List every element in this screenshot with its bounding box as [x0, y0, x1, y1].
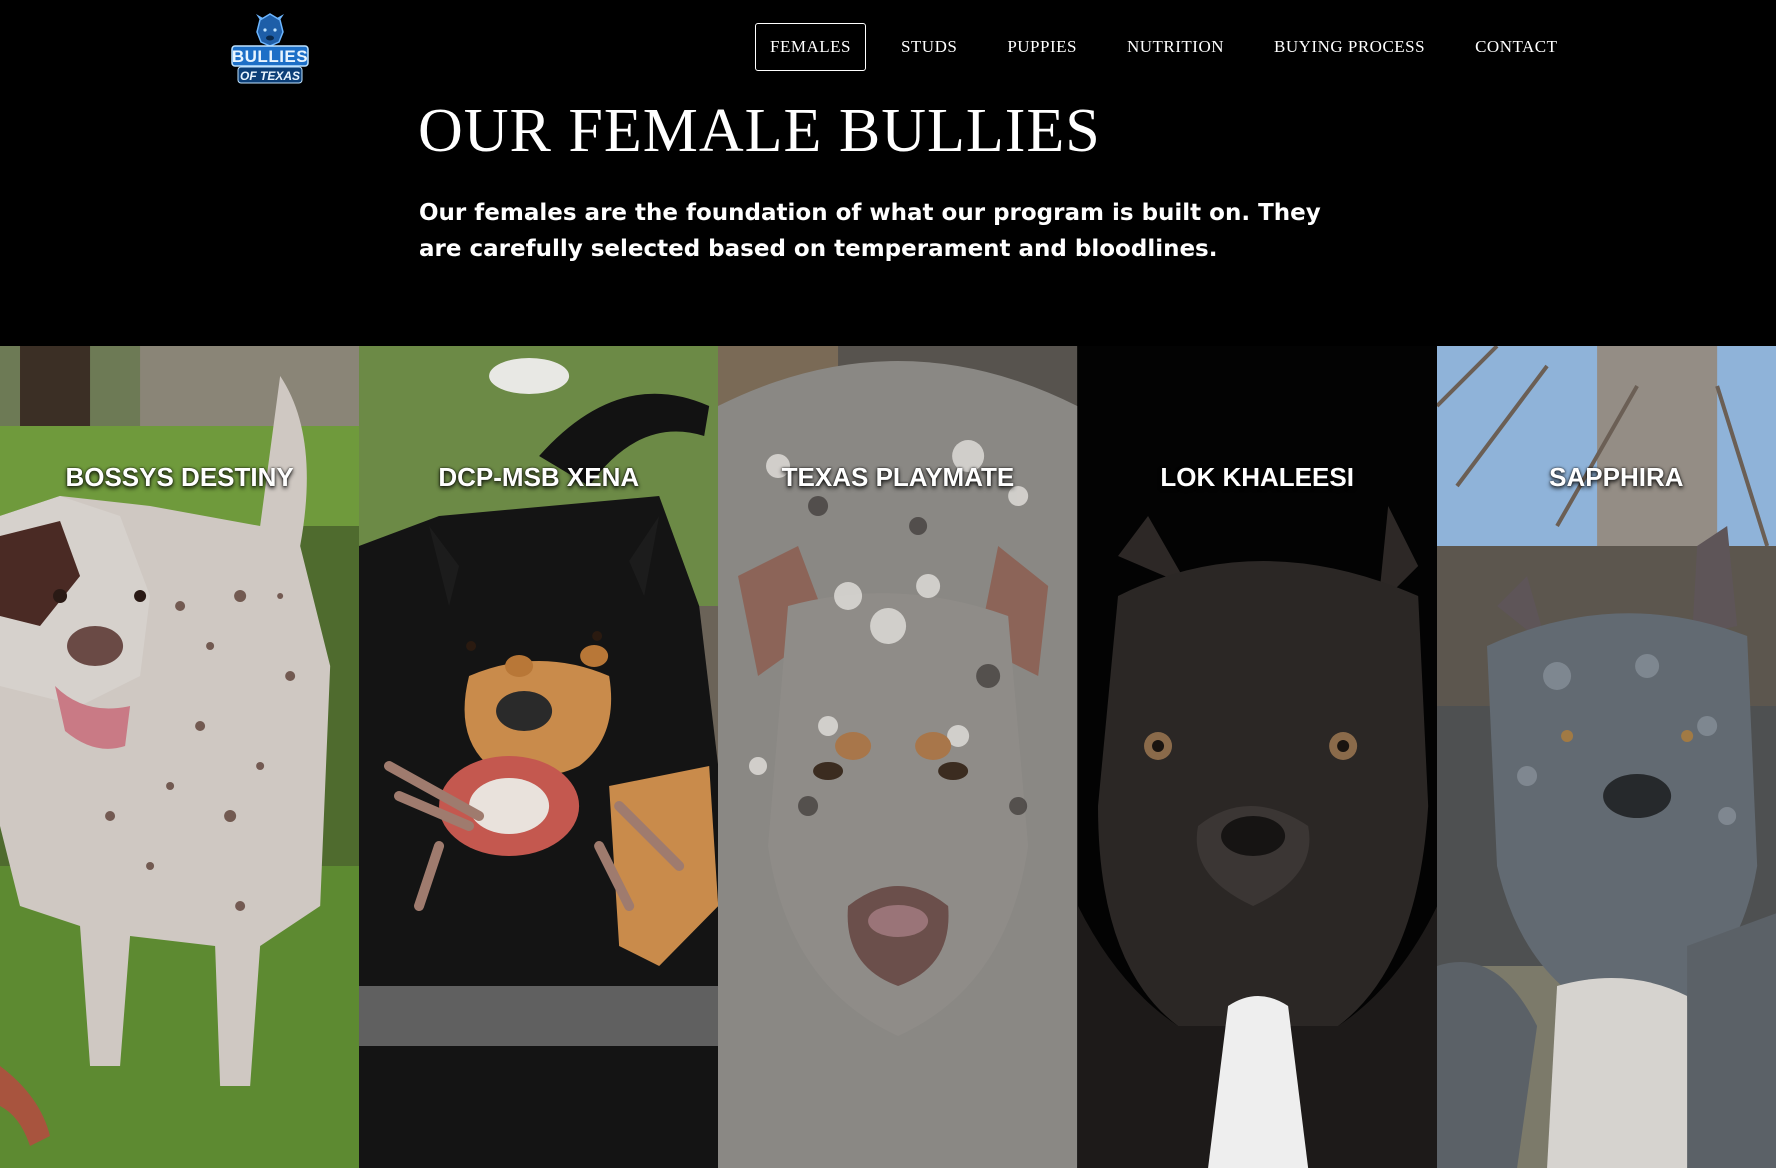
female-card-bossys-destiny[interactable]: BOSSYS DESTINY — [0, 346, 360, 1168]
female-name: DCP-MSB XENA — [438, 462, 640, 492]
female-card-lok-khaleesi[interactable]: LOK KHALEESI — [1077, 346, 1437, 1168]
logo-icon[interactable]: BULLIES OF TEXAS — [230, 10, 310, 88]
female-name: TEXAS PLAYMATE — [781, 462, 1015, 492]
female-card-sapphira[interactable]: SAPPHIRA — [1436, 346, 1776, 1168]
female-name: SAPPHIRA — [1549, 462, 1684, 492]
female-card-texas-playmate[interactable]: TEXAS PLAYMATE — [718, 346, 1078, 1168]
nav-item-studs[interactable]: STUDS — [886, 23, 972, 71]
logo-text-line2: OF TEXAS — [240, 69, 300, 83]
female-name: LOK KHALEESI — [1160, 462, 1354, 492]
nav-item-buying-process[interactable]: BUYING PROCESS — [1259, 23, 1440, 71]
main-nav: FEMALES STUDS PUPPIES NUTRITION BUYING P… — [755, 23, 1593, 71]
page-title: OUR FEMALE BULLIES — [418, 97, 1101, 165]
nav-item-puppies[interactable]: PUPPIES — [992, 23, 1092, 71]
female-name: BOSSYS DESTINY — [65, 462, 294, 492]
female-card-dcp-msb-xena[interactable]: DCP-MSB XENA — [359, 346, 719, 1168]
females-gallery: BOSSYS DESTINY DCP-MSB XENA TEXAS PLAYMA… — [0, 346, 1776, 1168]
nav-item-females[interactable]: FEMALES — [755, 23, 866, 71]
page-intro: Our females are the foundation of what o… — [419, 200, 1321, 262]
site-header: BULLIES OF TEXAS FEMALES STUDS PUPPIES N… — [0, 0, 1776, 100]
nav-item-contact[interactable]: CONTACT — [1460, 23, 1572, 71]
nav-item-nutrition[interactable]: NUTRITION — [1112, 23, 1239, 71]
logo-text-line1: BULLIES — [232, 47, 308, 66]
